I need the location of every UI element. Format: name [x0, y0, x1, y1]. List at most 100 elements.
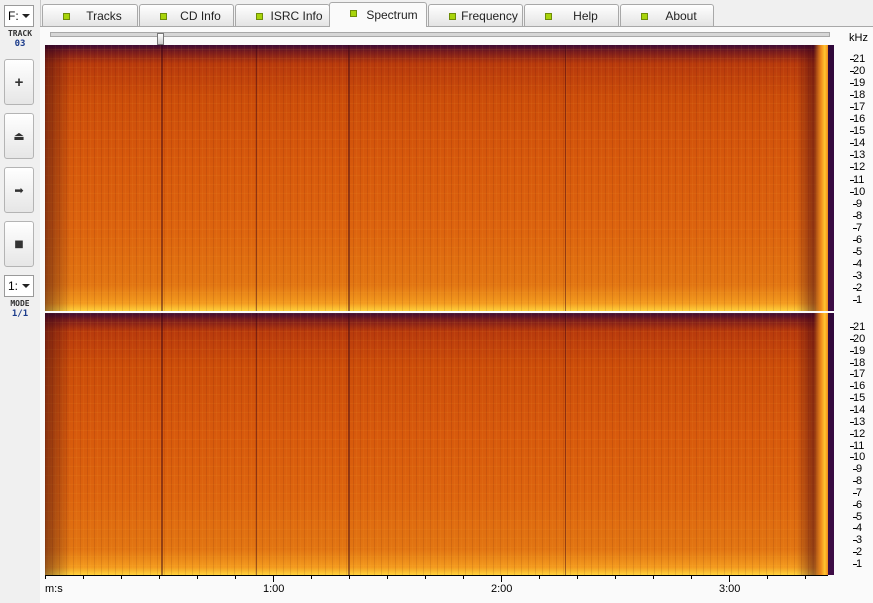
mode-select-value: 1: [8, 279, 19, 293]
tab-frequency[interactable]: Frequency [428, 4, 523, 26]
track-number: 03 [14, 39, 26, 49]
track-label: TRACK [7, 29, 33, 38]
led-indicator-icon [545, 13, 552, 20]
frequency-tick-label: 17 [850, 101, 873, 113]
frequency-tick-label: 5 [853, 246, 873, 258]
position-slider[interactable] [50, 32, 830, 45]
frequency-tick-label: 8 [853, 475, 873, 487]
frequency-tick-label: 2 [853, 282, 873, 294]
led-indicator-icon [350, 10, 357, 17]
tab-label: CD Info [180, 9, 221, 23]
stop-button[interactable]: ■ [4, 221, 34, 267]
spectrogram-gap [161, 313, 163, 575]
time-tick [83, 575, 84, 579]
time-tick [45, 575, 46, 579]
tab-label: Help [573, 9, 598, 23]
spectrogram-gap [256, 45, 257, 311]
frequency-tick-label: 12 [850, 428, 873, 440]
drive-select[interactable]: F: [4, 5, 34, 27]
time-tick [387, 575, 388, 579]
drive-select-value: F: [8, 9, 19, 23]
frequency-tick-label: 21 [850, 53, 873, 65]
tab-tracks[interactable]: Tracks [42, 4, 138, 26]
frequency-tick-label: 16 [850, 113, 873, 125]
tab-label: Tracks [86, 9, 122, 23]
spectrogram-fade [796, 313, 828, 575]
led-indicator-icon [256, 13, 263, 20]
frequency-tick-label: 21 [850, 321, 873, 333]
time-unit-label: m:s [45, 583, 63, 595]
frequency-tick-label: 11 [850, 440, 873, 452]
spectrogram-gap [256, 313, 257, 575]
tab-isrc-info[interactable]: ISRC Info [235, 4, 330, 26]
frequency-tick-label: 20 [850, 65, 873, 77]
spectrogram-gap [565, 313, 566, 575]
frequency-tick-label: 11 [850, 174, 873, 186]
frequency-tick-label: 6 [853, 234, 873, 246]
time-tick [691, 575, 692, 579]
spectrogram-gap [348, 313, 350, 575]
time-tick [767, 575, 768, 579]
time-tick [653, 575, 654, 579]
frequency-scale-bar [828, 45, 834, 311]
spectrogram-shading [45, 45, 71, 311]
led-indicator-icon [63, 13, 70, 20]
frequency-tick-label: 13 [850, 149, 873, 161]
led-indicator-icon [160, 13, 167, 20]
stop-icon: ■ [14, 238, 24, 250]
frequency-axis-left: 21 20 19 18 17 16 15 14 13 12 11 10 9 8 7 6 5 4 3 2 1 [848, 45, 872, 311]
time-tick [273, 575, 274, 582]
time-tick [349, 575, 350, 579]
frequency-tick-label: 15 [850, 392, 873, 404]
spectrogram-gap [348, 45, 350, 311]
slider-thumb[interactable] [157, 33, 164, 45]
time-tick [539, 575, 540, 579]
add-button[interactable]: + [4, 59, 34, 105]
time-tick-label: 1:00 [263, 583, 285, 595]
play-button[interactable]: ➡ [4, 167, 34, 213]
arrow-right-icon: ➡ [14, 183, 24, 197]
spectrogram-channel-right [45, 313, 828, 575]
time-tick [159, 575, 160, 579]
time-tick-label: 2:00 [491, 583, 513, 595]
frequency-tick-label: 5 [853, 511, 873, 523]
frequency-tick-label: 14 [850, 404, 873, 416]
frequency-tick-label: 10 [850, 451, 873, 463]
tab-label: Spectrum [366, 8, 418, 22]
tab-spectrum[interactable]: Spectrum [329, 2, 427, 27]
frequency-tick-label: 19 [850, 345, 873, 357]
spectrogram-fade [796, 45, 828, 311]
spectrogram-gap [565, 45, 566, 311]
tab-help[interactable]: Help [524, 4, 619, 26]
time-tick [729, 575, 730, 582]
time-tick [425, 575, 426, 579]
frequency-tick-label: 3 [853, 534, 873, 546]
frequency-tick-label: 1 [853, 294, 873, 306]
time-tick [311, 575, 312, 579]
eject-icon: ⏏ [13, 129, 25, 143]
time-tick [577, 575, 578, 579]
tab-about[interactable]: About [620, 4, 714, 26]
mode-label: MODE [10, 299, 30, 308]
frequency-tick-label: 9 [853, 198, 873, 210]
mode-select[interactable]: 1: [4, 275, 34, 297]
time-axis-line [45, 575, 828, 576]
frequency-tick-label: 18 [850, 357, 873, 369]
spectrogram-channel-left [45, 45, 828, 311]
frequency-tick-label: 1 [853, 558, 873, 570]
time-tick [235, 575, 236, 579]
chevron-down-icon [22, 284, 30, 288]
spectrum-panel: kHz 21 20 19 18 17 16 15 14 13 12 11 10 9 8 7 6 5 4 3 2 1 21… [40, 26, 873, 603]
tab-label: About [665, 9, 697, 23]
frequency-tick-label: 13 [850, 416, 873, 428]
time-tick [121, 575, 122, 579]
frequency-tick-label: 18 [850, 89, 873, 101]
frequency-tick-label: 2 [853, 546, 873, 558]
frequency-tick-label: 17 [850, 368, 873, 380]
tab-cd-info[interactable]: CD Info [139, 4, 234, 26]
time-tick [463, 575, 464, 579]
frequency-tick-label: 12 [850, 161, 873, 173]
frequency-tick-label: 3 [853, 270, 873, 282]
eject-button[interactable]: ⏏ [4, 113, 34, 159]
frequency-unit-label: kHz [849, 32, 868, 44]
